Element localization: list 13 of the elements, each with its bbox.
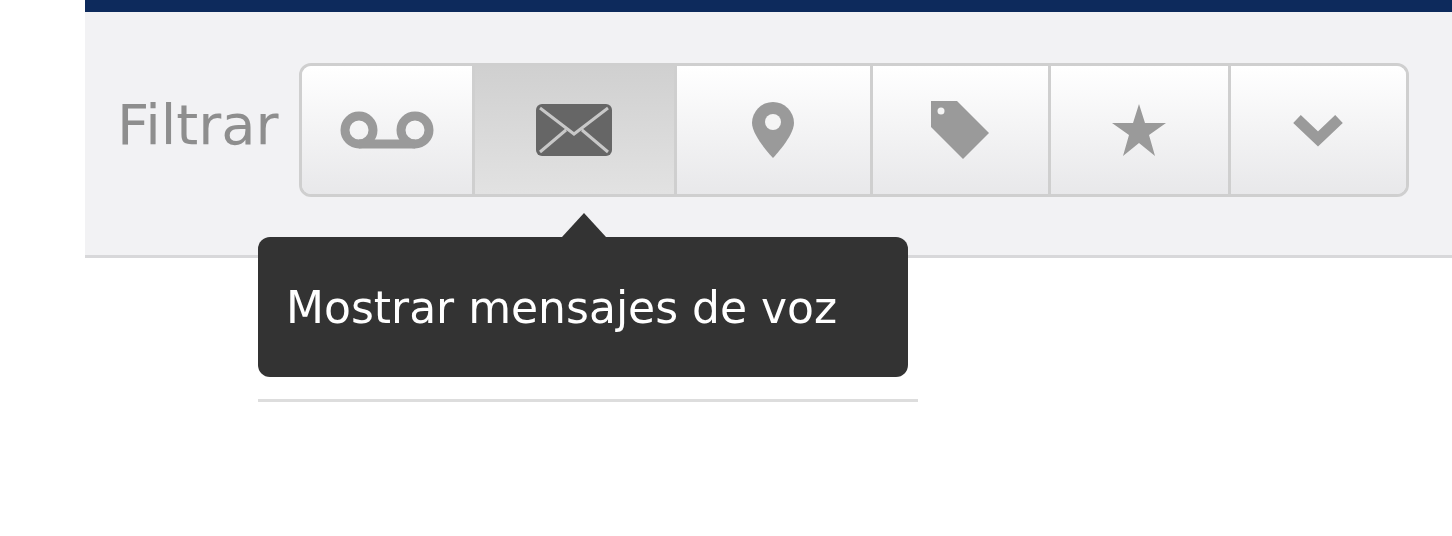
filter-button[interactable] xyxy=(869,66,1048,194)
tooltip: Mostrar mensajes de voz xyxy=(258,237,908,377)
filter-label: Filtrar xyxy=(117,97,279,153)
filter-button[interactable] xyxy=(673,66,870,194)
map-pin-icon xyxy=(752,102,795,158)
filter-button[interactable] xyxy=(1047,66,1228,194)
filter-button[interactable] xyxy=(1227,66,1406,194)
star-icon xyxy=(1112,104,1167,156)
filter-button[interactable] xyxy=(301,66,472,194)
chevron-down-icon xyxy=(1292,113,1345,147)
envelope-icon xyxy=(536,104,613,156)
tag-icon xyxy=(931,101,990,159)
filter-button[interactable] xyxy=(471,66,674,194)
